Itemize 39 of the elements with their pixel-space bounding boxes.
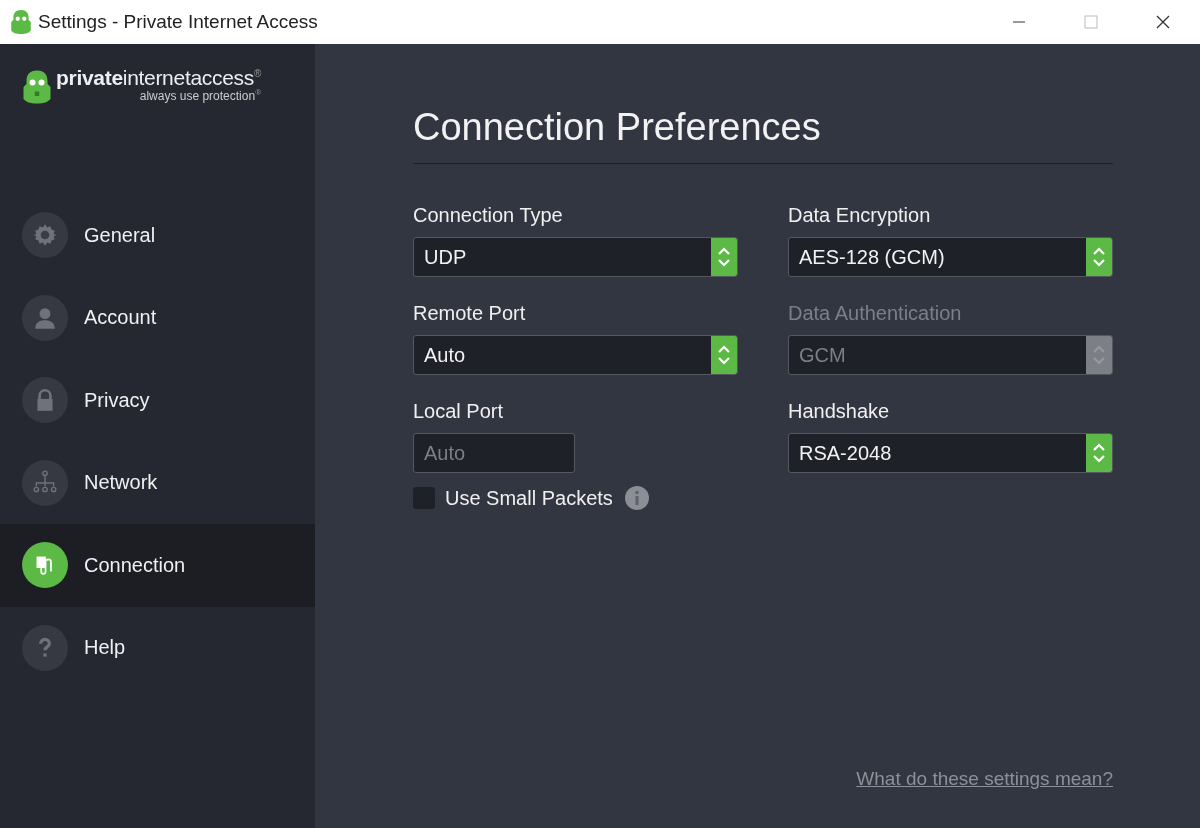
field-label: Data Authentication: [788, 302, 963, 325]
sidebar-item[interactable]: General: [0, 194, 315, 277]
dropdown[interactable]: RSA-2048: [788, 433, 1113, 473]
info-icon[interactable]: [624, 486, 649, 510]
field-label: Local Port: [413, 400, 505, 423]
window-title: Settings - Private Internet Access: [38, 11, 318, 33]
logo-wordmark: privateinternetaccess$^{®}$: [56, 66, 262, 89]
dropdown[interactable]: Auto: [413, 335, 738, 375]
network-icon: [22, 459, 68, 506]
field-label: Remote Port: [413, 302, 527, 325]
lock-icon: [22, 377, 68, 424]
close-icon[interactable]: [1156, 15, 1170, 29]
logo-icon: [22, 68, 52, 106]
field-label: Data Encryption: [788, 204, 932, 227]
checkbox[interactable]: [413, 487, 435, 509]
plug-icon: [22, 542, 68, 589]
logo-tagline: always use protection$^{®}$: [139, 88, 262, 103]
person-icon: [22, 294, 68, 341]
dropdown[interactable]: UDP: [413, 237, 738, 277]
sidebar-item[interactable]: Connection: [0, 524, 315, 607]
help-link[interactable]: What do these settings mean?: [856, 768, 1113, 790]
field-label: Handshake: [788, 400, 891, 423]
field-label: Connection Type: [413, 204, 564, 227]
app-logo-icon: [10, 9, 32, 35]
sidebar-item[interactable]: Help: [0, 606, 315, 689]
sidebar-item[interactable]: Network: [0, 441, 315, 524]
sidebar-item[interactable]: Privacy: [0, 359, 315, 442]
checkbox-label: Use Small Packets: [445, 486, 613, 510]
sidebar-item[interactable]: Account: [0, 276, 315, 359]
spinner-arrows-icon: [1086, 238, 1112, 276]
spinner-arrows-icon: [1086, 434, 1112, 472]
spinner-arrows-icon: [711, 336, 737, 374]
page-heading: Connection Preferences: [413, 106, 1113, 164]
spinner-arrows-icon: [1086, 336, 1112, 374]
dropdown[interactable]: AES-128 (GCM): [788, 237, 1113, 277]
spinner-arrows-icon: [711, 238, 737, 276]
question-icon: [22, 624, 68, 671]
gear-icon: [22, 212, 68, 259]
input-field[interactable]: Auto: [413, 433, 575, 473]
